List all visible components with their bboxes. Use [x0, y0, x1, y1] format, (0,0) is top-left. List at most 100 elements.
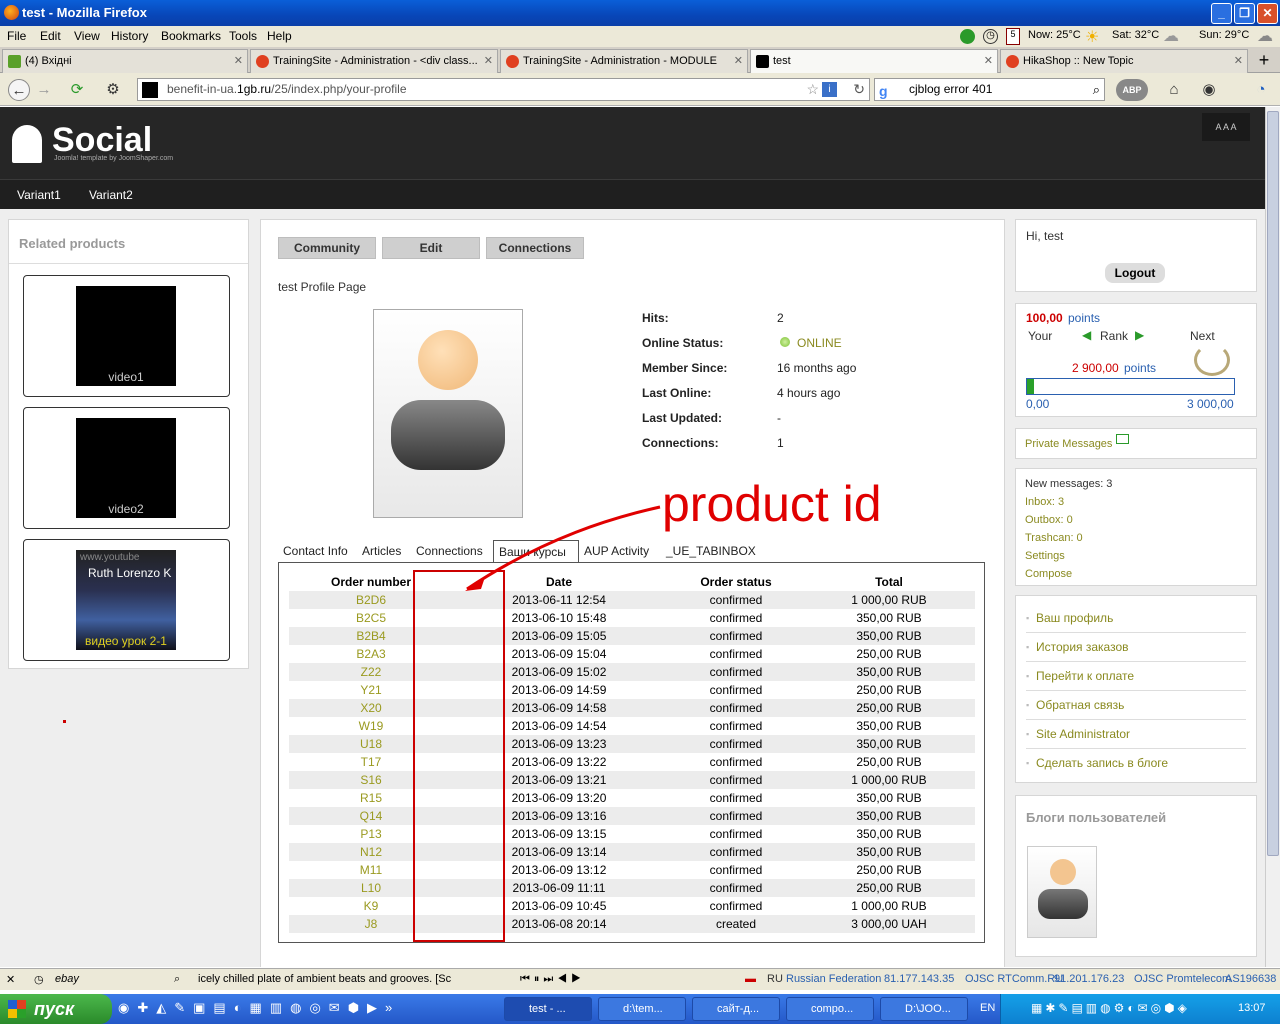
- nav-variant2[interactable]: Variant2: [89, 188, 133, 202]
- tab-admin-2[interactable]: TrainingSite - Administration - MODULE ✕: [500, 49, 748, 73]
- edit-button[interactable]: Edit: [382, 237, 480, 259]
- close-tab-icon[interactable]: ✕: [984, 50, 993, 72]
- order-number-link[interactable]: Z22: [331, 665, 411, 679]
- private-messages-link[interactable]: Private Messages: [1025, 438, 1112, 450]
- menu-feedback[interactable]: Обратная связь: [1026, 691, 1246, 720]
- blog-user-avatar[interactable]: [1027, 846, 1097, 938]
- task-7zip[interactable]: D:\JOO...: [880, 997, 968, 1021]
- menu-go-to-payment[interactable]: Перейти к оплате: [1026, 662, 1246, 691]
- close-tab-icon[interactable]: ✕: [734, 50, 743, 72]
- order-number-link[interactable]: Y21: [331, 683, 411, 697]
- menu-bookmarks[interactable]: Bookmarks: [161, 29, 221, 43]
- task-site[interactable]: сайт-д...: [692, 997, 780, 1021]
- menu-file[interactable]: File: [7, 29, 26, 43]
- privacy-icon[interactable]: ◉: [1198, 79, 1220, 101]
- order-number-link[interactable]: B2D6: [331, 593, 411, 607]
- nav-variant1[interactable]: Variant1: [17, 188, 61, 202]
- menu-tools[interactable]: Tools: [229, 29, 257, 43]
- product-card-video1[interactable]: video1: [23, 275, 230, 397]
- status-globe-icon[interactable]: [960, 29, 975, 44]
- product-card-video3[interactable]: www.youtube Ruth Lorenzo K видео урок 2-…: [23, 539, 230, 661]
- close-tab-icon[interactable]: ✕: [484, 50, 493, 72]
- url-bar[interactable]: benefit-in-ua.1gb.ru/25/index.php/your-p…: [137, 78, 870, 101]
- reload-icon[interactable]: ↻: [853, 79, 865, 100]
- video-thumbnail[interactable]: video2: [76, 418, 176, 518]
- clock-icon[interactable]: ◷: [983, 29, 998, 44]
- bookmark-star-icon[interactable]: ☆: [806, 79, 819, 100]
- order-number-link[interactable]: B2B4: [331, 629, 411, 643]
- refresh-addon-icon[interactable]: ⟳: [66, 79, 88, 101]
- quick-launch-icons[interactable]: ◉✚◭✎▣▤◐▦▥◍◎✉⬢▶»: [118, 1000, 488, 1018]
- order-number-link[interactable]: B2A3: [331, 647, 411, 661]
- tab-admin-1[interactable]: TrainingSite - Administration - <div cla…: [250, 49, 498, 73]
- search-input[interactable]: g cjblog error 401 ⌕: [874, 78, 1105, 101]
- language-indicator[interactable]: EN: [980, 1002, 995, 1014]
- task-firefox[interactable]: test - ...: [504, 997, 592, 1021]
- ebay-addon[interactable]: ebay: [55, 973, 79, 985]
- close-bar-icon[interactable]: ✕: [6, 973, 15, 986]
- menu-create-blog-post[interactable]: Сделать запись в блоге: [1026, 749, 1246, 778]
- order-number-link[interactable]: N12: [331, 845, 411, 859]
- order-number-link[interactable]: W19: [331, 719, 411, 733]
- order-number-link[interactable]: X20: [331, 701, 411, 715]
- home-icon[interactable]: ⌂: [1163, 79, 1185, 101]
- menu-view[interactable]: View: [74, 29, 100, 43]
- page-scrollbar[interactable]: [1265, 107, 1280, 967]
- search-addon-icon[interactable]: ⌕: [174, 973, 180, 986]
- menu-history[interactable]: History: [111, 29, 148, 43]
- calendar-icon[interactable]: 5: [1006, 28, 1020, 45]
- clock-addon-icon[interactable]: ◷: [34, 973, 44, 986]
- settings-link[interactable]: Settings: [1025, 550, 1065, 562]
- video-thumbnail[interactable]: www.youtube Ruth Lorenzo K видео урок 2-…: [76, 550, 176, 650]
- search-icon[interactable]: ⌕: [1093, 79, 1100, 100]
- inbox-link[interactable]: Inbox: 3: [1025, 496, 1064, 508]
- compose-link[interactable]: Compose: [1025, 568, 1072, 580]
- connections-button[interactable]: Connections: [486, 237, 584, 259]
- menu-order-history[interactable]: История заказов: [1026, 633, 1246, 662]
- menu-help[interactable]: Help: [267, 29, 292, 43]
- adblock-icon[interactable]: ABP: [1116, 79, 1148, 101]
- rank-left-arrow-icon[interactable]: ◀: [1082, 328, 1091, 342]
- new-tab-button[interactable]: +: [1252, 50, 1276, 72]
- minimize-button[interactable]: _: [1211, 3, 1232, 24]
- product-card-video2[interactable]: video2: [23, 407, 230, 529]
- sync-icon[interactable]: ◔: [1250, 79, 1272, 101]
- logout-button[interactable]: Logout: [1105, 263, 1165, 283]
- order-number-link[interactable]: L10: [331, 881, 411, 895]
- order-number-link[interactable]: J8: [331, 917, 411, 931]
- tab-articles[interactable]: Articles: [362, 540, 401, 562]
- close-tab-icon[interactable]: ✕: [234, 50, 243, 72]
- start-button[interactable]: пуск: [0, 994, 112, 1024]
- forward-button[interactable]: →: [33, 79, 55, 101]
- order-number-link[interactable]: S16: [331, 773, 411, 787]
- community-button[interactable]: Community: [278, 237, 376, 259]
- task-components[interactable]: compo...: [786, 997, 874, 1021]
- menu-your-profile[interactable]: Ваш профиль: [1026, 604, 1246, 633]
- menu-site-administrator[interactable]: Site Administrator: [1026, 720, 1246, 749]
- order-number-link[interactable]: M11: [331, 863, 411, 877]
- tab-contact-info[interactable]: Contact Info: [283, 540, 348, 562]
- order-number-link[interactable]: U18: [331, 737, 411, 751]
- menu-edit[interactable]: Edit: [40, 29, 61, 43]
- addon-icon[interactable]: ⚙: [102, 79, 124, 101]
- scrollbar-thumb[interactable]: [1267, 111, 1279, 856]
- video-thumbnail[interactable]: video1: [76, 286, 176, 386]
- order-number-link[interactable]: B2C5: [331, 611, 411, 625]
- order-number-link[interactable]: R15: [331, 791, 411, 805]
- tab-inbox[interactable]: _UE_TABINBOX: [666, 540, 756, 562]
- media-controls[interactable]: ⏮⏸⏭◀▶: [520, 973, 585, 986]
- order-number-link[interactable]: K9: [331, 899, 411, 913]
- trashcan-link[interactable]: Trashcan: 0: [1025, 532, 1083, 544]
- tray-icons[interactable]: ▦✱✎▤▥◍⚙◐✉◎⬢◈: [1031, 1001, 1190, 1015]
- outbox-link[interactable]: Outbox: 0: [1025, 514, 1073, 526]
- close-window-button[interactable]: ✕: [1257, 3, 1278, 24]
- font-size-switcher[interactable]: A A A: [1202, 113, 1250, 141]
- maximize-button[interactable]: ❐: [1234, 3, 1255, 24]
- tab-inbox[interactable]: (4) Вхідні ✕: [2, 49, 248, 73]
- rank-right-arrow-icon[interactable]: ▶: [1135, 328, 1144, 342]
- info-icon[interactable]: i: [822, 82, 837, 97]
- close-tab-icon[interactable]: ✕: [1234, 50, 1243, 72]
- tab-test[interactable]: test ✕: [750, 49, 998, 74]
- order-number-link[interactable]: T17: [331, 755, 411, 769]
- order-number-link[interactable]: Q14: [331, 809, 411, 823]
